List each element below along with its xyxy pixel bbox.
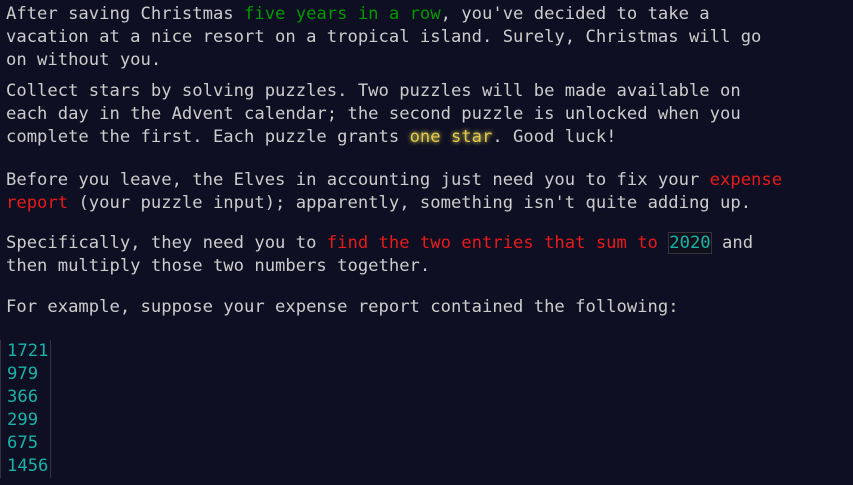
task-text-end: (your puzzle input); apparently, somethi… <box>68 193 752 213</box>
example-intro-paragraph: For example, suppose your expense report… <box>6 297 679 317</box>
example-entry: 675 <box>7 432 51 455</box>
task-text-start: Before you leave, the Elves in accountin… <box>6 170 710 190</box>
example-entry: 366 <box>7 386 51 409</box>
example-entry: 979 <box>7 363 51 386</box>
one-star-text: one star <box>409 127 493 147</box>
rules-text-start: Collect stars by solving puzzles. Two pu… <box>6 81 741 147</box>
rules-paragraph: Collect stars by solving puzzles. Two pu… <box>6 80 741 149</box>
intro-text-start: After saving Christmas <box>6 4 244 24</box>
example-entry: 1456 <box>7 455 51 478</box>
intro-paragraph: After saving Christmas five years in a r… <box>6 3 761 72</box>
example-entry: 1721 <box>7 340 51 363</box>
task-paragraph: Before you leave, the Elves in accountin… <box>6 169 782 215</box>
instruction-text-start: Specifically, they need you to <box>6 233 327 253</box>
example-code-block: 1721 979 366 299 675 1456 <box>0 340 51 478</box>
previous-years-link[interactable]: five years in a row <box>244 4 441 24</box>
instruction-paragraph: Specifically, they need you to find the … <box>6 232 753 278</box>
target-sum-code: 2020 <box>668 232 712 254</box>
rules-text-end: . Good luck! <box>492 127 617 147</box>
instruction-emphasis: find the two entries that sum to <box>326 233 669 253</box>
example-entry: 299 <box>7 409 51 432</box>
